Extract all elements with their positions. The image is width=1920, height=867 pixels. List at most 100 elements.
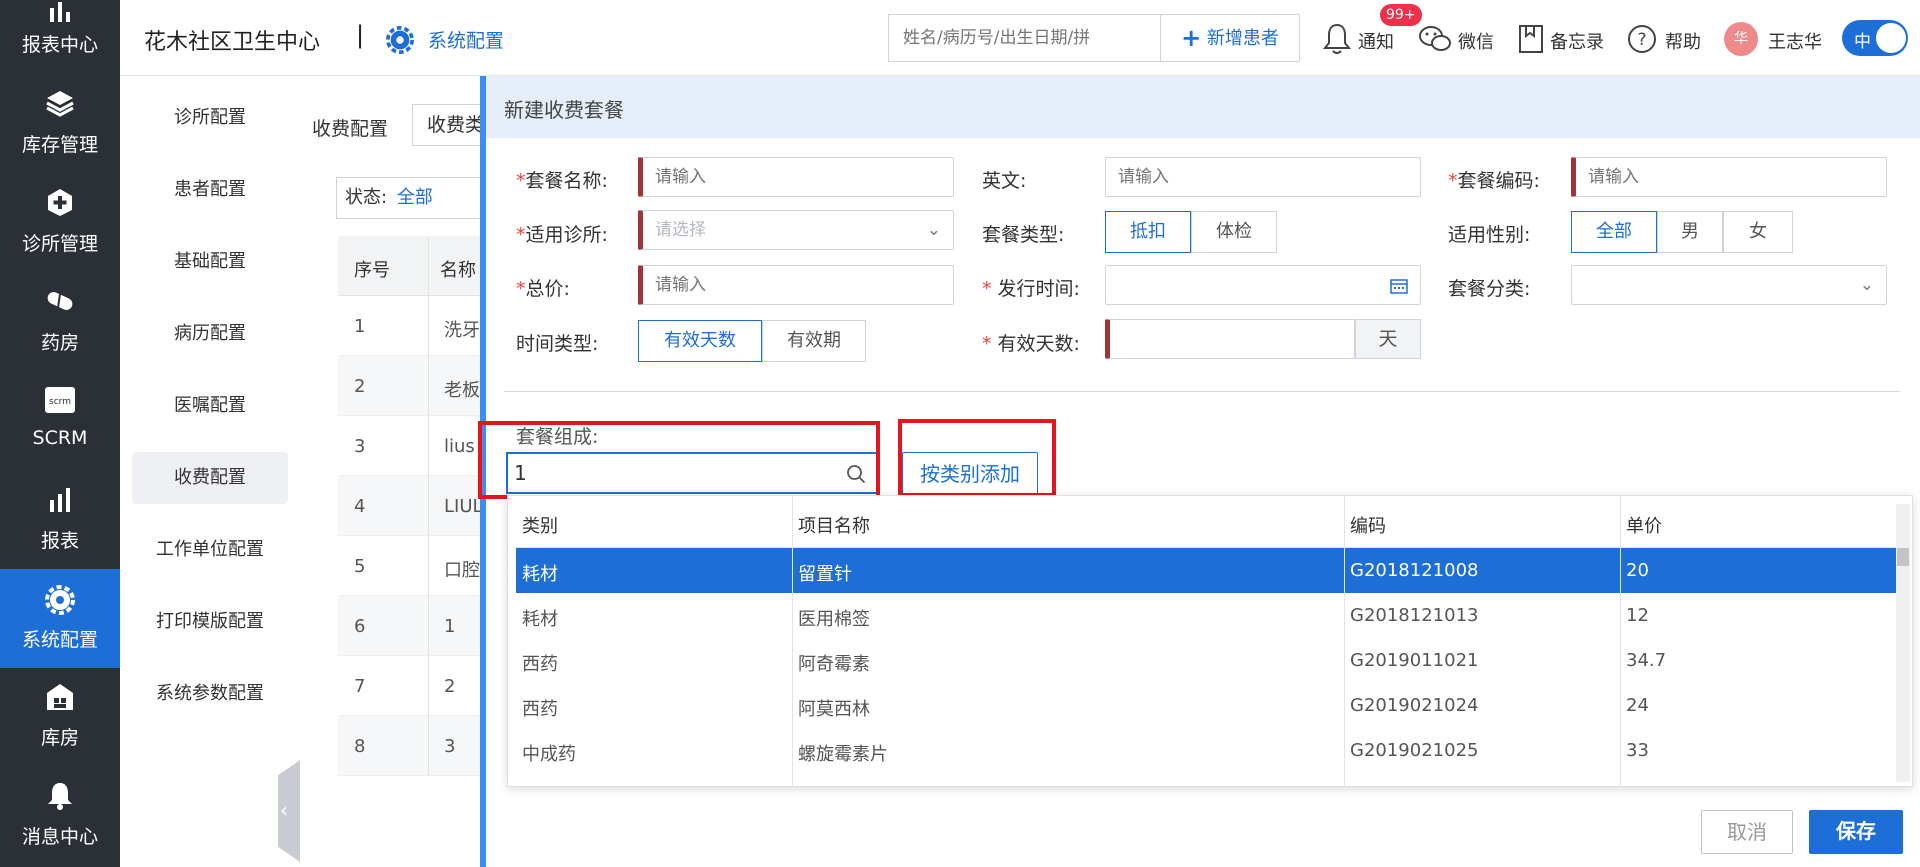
nav-item-report-center[interactable]: 报表中心 — [0, 0, 120, 61]
cell-name: 1 — [444, 616, 456, 637]
scrollbar-track[interactable] — [1896, 504, 1910, 782]
time-type-validity-period[interactable]: 有效期 — [762, 320, 866, 362]
scrm-icon: scrm — [45, 387, 75, 413]
english-name-input[interactable] — [1105, 157, 1421, 197]
collapse-handle[interactable]: ‹ — [278, 760, 300, 862]
notify-button[interactable]: 通知 99+ — [1322, 4, 1432, 60]
config-menu-item-active[interactable]: 收费配置 — [132, 452, 288, 504]
search-results-dropdown: 类别 项目名称 编码 单价 耗材 留置针 G2018121008 20 耗材 医… — [507, 495, 1913, 787]
package-type-label: 套餐类型: — [982, 224, 1065, 246]
cancel-button[interactable]: 取消 — [1701, 810, 1793, 854]
cell-index: 8 — [354, 736, 366, 757]
nav-label: 系统配置 — [21, 629, 98, 651]
table-row[interactable]: 4 LIUL — [338, 476, 490, 536]
package-category-select[interactable]: ⌄ — [1571, 265, 1887, 305]
nav-item-reports[interactable]: 报表 — [0, 458, 120, 557]
issue-time-label: * 发行时间: — [982, 278, 1080, 300]
package-type-physical-exam[interactable]: 体检 — [1191, 211, 1277, 253]
nav-item-pharmacy[interactable]: 药房 — [0, 260, 120, 359]
table-row[interactable]: 61 — [338, 596, 490, 656]
clinic-select-placeholder: 请选择 — [655, 220, 706, 240]
gender-male[interactable]: 男 — [1657, 211, 1723, 253]
gender-female[interactable]: 女 — [1723, 211, 1793, 253]
col-index: 序号 — [354, 260, 390, 281]
gender-label: 适用性别: — [1448, 224, 1531, 246]
chevron-left-icon: ‹ — [280, 798, 288, 822]
cell-index: 2 — [354, 376, 366, 397]
cell-code: G2019021025 — [1350, 740, 1479, 761]
table-row[interactable]: 72 — [338, 656, 490, 716]
page-title: 收费配置 — [312, 118, 389, 140]
status-filter[interactable]: 状态: 全部 — [336, 177, 496, 219]
table-row[interactable]: 3 lius — [338, 416, 490, 476]
cell-category: 中成药 — [522, 744, 576, 765]
config-menu-item[interactable]: 患者配置 — [132, 164, 288, 216]
gear-icon — [45, 585, 75, 615]
config-menu-item[interactable]: 系统参数配置 — [132, 668, 288, 720]
add-patient-button[interactable]: + 新增患者 — [1160, 14, 1300, 62]
config-menu-item[interactable]: 病历配置 — [132, 308, 288, 360]
save-button[interactable]: 保存 — [1809, 810, 1903, 854]
table-header: 序号 名称 — [338, 236, 490, 296]
toggle-knob — [1876, 23, 1906, 53]
config-menu-item[interactable]: 基础配置 — [132, 236, 288, 288]
column-divider — [792, 496, 793, 786]
bar-chart-icon — [50, 2, 70, 22]
scrollbar-thumb[interactable] — [1897, 548, 1909, 566]
nav-item-system-config[interactable]: 系统配置 — [0, 569, 120, 668]
cell-item-name: 螺旋霉素片 — [798, 744, 888, 765]
user-menu[interactable]: 华 王志华 — [1724, 20, 1824, 60]
cell-name: 洗牙 — [444, 320, 480, 341]
package-type-deduct[interactable]: 抵扣 — [1105, 211, 1191, 253]
table-row[interactable]: 5 口腔 — [338, 536, 490, 596]
cell-item-name: 留置针 — [798, 564, 852, 585]
charge-config-panel: 收费配置 收费类 状态: 全部 序号 名称 1 洗牙 2 老板 3 lius 4 LIU… — [300, 76, 502, 867]
wechat-button[interactable]: 微信 — [1418, 20, 1498, 60]
package-name-input[interactable] — [638, 157, 954, 197]
nav-item-clinic-management[interactable]: 诊所管理 — [0, 161, 120, 260]
result-row[interactable]: 耗材 医用棉签 G2018121013 12 — [516, 593, 1896, 638]
valid-days-unit: 天 — [1355, 319, 1421, 359]
pill-icon — [47, 292, 73, 310]
table-row[interactable]: 2 老板 — [338, 356, 490, 416]
nav-label: 库房 — [40, 727, 79, 749]
nav-label: 药房 — [40, 332, 79, 354]
cell-item-name: 阿奇霉素 — [798, 654, 870, 675]
clinic-name: 花木社区卫生中心 — [144, 30, 321, 55]
plus-icon: + — [1181, 24, 1202, 52]
config-menu-item[interactable]: 诊所配置 — [132, 92, 288, 144]
package-code-input[interactable] — [1571, 157, 1887, 197]
nav-label: 消息中心 — [21, 826, 98, 848]
config-menu-item[interactable]: 工作单位配置 — [132, 524, 288, 576]
table-row[interactable]: 1 洗牙 — [338, 296, 490, 356]
language-toggle-label: 中 — [1854, 32, 1871, 52]
status-value: 全部 — [396, 187, 433, 208]
time-type-valid-days[interactable]: 有效天数 — [638, 320, 762, 362]
nav-item-scrm[interactable]: scrm SCRM — [0, 359, 120, 458]
language-toggle[interactable]: 中 — [1842, 20, 1908, 56]
nav-item-warehouse[interactable]: 库房 — [0, 668, 120, 767]
result-row[interactable]: 中成药 螺旋霉素片 G2019021025 33 — [516, 728, 1896, 773]
result-row-selected[interactable]: 耗材 留置针 G2018121008 20 — [516, 548, 1896, 593]
result-row[interactable]: 西药 阿莫西林 G2019021024 24 — [516, 683, 1896, 728]
cell-unit-price: 33 — [1626, 740, 1649, 761]
config-menu-item[interactable]: 医嘱配置 — [132, 380, 288, 432]
gender-all[interactable]: 全部 — [1571, 211, 1657, 253]
valid-days-input[interactable] — [1105, 319, 1355, 359]
issue-time-picker[interactable] — [1105, 265, 1421, 305]
result-row[interactable]: 西药 阿奇霉素 G2019011021 34.7 — [516, 638, 1896, 683]
cell-name: LIUL — [444, 496, 483, 517]
table-row[interactable]: 83 — [338, 716, 490, 776]
total-price-input[interactable] — [638, 265, 954, 305]
cell-category: 西药 — [522, 699, 558, 720]
nav-item-inventory[interactable]: 库存管理 — [0, 62, 120, 161]
config-menu-item[interactable]: 打印模版配置 — [132, 596, 288, 648]
cell-item-name: 医用棉签 — [798, 609, 870, 630]
nav-label: 报表 — [40, 530, 79, 552]
help-button[interactable]: ? 帮助 — [1627, 20, 1707, 60]
memo-button[interactable]: 备忘录 — [1518, 20, 1618, 60]
cell-code: G2019021024 — [1350, 695, 1479, 716]
nav-item-message-center[interactable]: 消息中心 — [0, 767, 120, 866]
clinic-select[interactable]: 请选择 ⌄ — [638, 210, 954, 250]
column-divider — [1620, 496, 1621, 786]
